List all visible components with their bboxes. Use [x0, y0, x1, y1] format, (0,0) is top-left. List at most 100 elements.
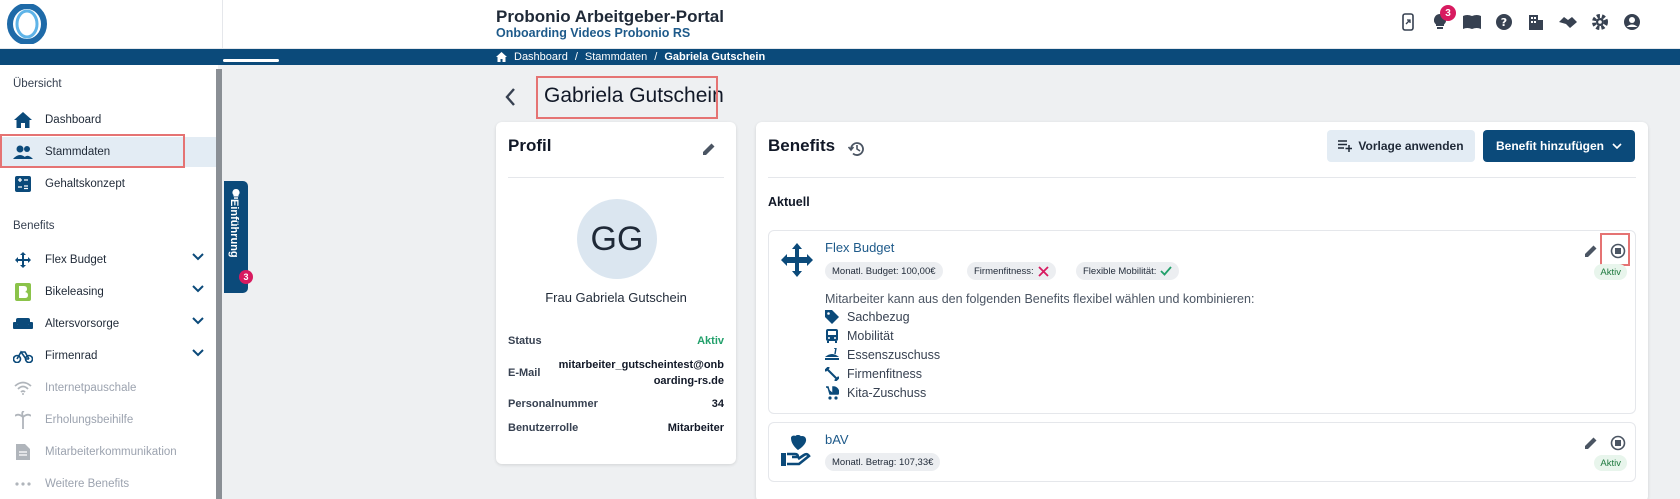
chevron-down-icon[interactable]: [192, 253, 204, 261]
probonio-logo[interactable]: [0, 0, 223, 49]
account-icon[interactable]: [1622, 12, 1642, 32]
sidebar-item-label: Bikeleasing: [45, 286, 104, 298]
sidebar-item-weitere-benefits[interactable]: Weitere Benefits: [0, 469, 218, 499]
stroller-icon: [825, 386, 839, 400]
benefit-name[interactable]: Flex Budget: [825, 240, 894, 255]
breadcrumb-current: Gabriela Gutschein: [664, 51, 766, 63]
svg-text:?: ?: [1501, 16, 1507, 29]
sidebar-item-label: Altersvorsorge: [45, 318, 120, 330]
home-icon: [496, 52, 507, 62]
history-icon[interactable]: [848, 140, 866, 158]
chip-flexible-mobilitaet: Flexible Mobilität:: [1076, 262, 1180, 280]
vorlage-anwenden-button[interactable]: Vorlage anwenden: [1327, 130, 1475, 162]
lightbulb-icon[interactable]: 3: [1430, 5, 1456, 32]
bikeleasing-logo-icon: [13, 282, 33, 302]
sidebar-section-benefits: Benefits: [13, 220, 55, 232]
stop-icon[interactable]: [1610, 435, 1626, 451]
sidebar-item-internetpauschale[interactable]: Internetpauschale: [0, 373, 218, 403]
sub-item-label: Sachbezug: [847, 310, 910, 324]
mobile-app-icon[interactable]: [1398, 12, 1418, 32]
profile-divider: [508, 177, 724, 178]
sub-item-sachbezug: Sachbezug: [825, 310, 910, 324]
benutzerrolle-label: Benutzerrolle: [508, 422, 579, 434]
sidebar: Übersicht Dashboard Stammdaten Gehaltsko…: [0, 65, 218, 499]
sidebar-item-firmenrad[interactable]: Firmenrad: [0, 341, 218, 371]
document-icon: [13, 442, 33, 462]
status-badge: Aktiv: [1594, 264, 1627, 280]
sidebar-item-label: Firmenrad: [45, 350, 98, 362]
app-title: Probonio Arbeitgeber-Portal: [496, 7, 724, 26]
tag-icon: [825, 310, 839, 324]
benefit-hinzufuegen-button[interactable]: Benefit hinzufügen: [1483, 130, 1635, 162]
sidebar-item-flex-budget[interactable]: Flex Budget: [0, 245, 218, 275]
status-value: Aktiv: [697, 335, 724, 347]
benutzerrolle-value: Mitarbeiter: [667, 422, 724, 434]
chip-monthly-budget: Monatl. Budget: 100,00€: [825, 262, 943, 280]
edit-pencil-icon[interactable]: [1584, 244, 1598, 258]
edit-pencil-icon[interactable]: [702, 142, 716, 156]
sub-item-kita-zuschuss: Kita-Zuschuss: [825, 386, 926, 400]
chevron-down-icon[interactable]: [192, 349, 204, 357]
benefit-hinzufuegen-label: Benefit hinzufügen: [1496, 139, 1604, 153]
status-badge: Aktiv: [1594, 455, 1627, 471]
benefit-bav[interactable]: bAV Monatl. Betrag: 107,33€ Aktiv: [768, 422, 1636, 482]
email-value-line1: mitarbeiter_gutscheintest@onb: [558, 359, 724, 371]
breadcrumb-bar: Dashboard / Stammdaten / Gabriela Gutsch…: [0, 49, 1680, 65]
close-x-icon: [1038, 265, 1049, 277]
handshake-icon[interactable]: [1558, 12, 1578, 32]
benefits-divider: [768, 177, 1636, 178]
stammdaten-highlight: [0, 134, 185, 168]
heart-hand-icon: [781, 435, 811, 466]
sidebar-toggle-indicator: [223, 59, 279, 62]
sofa-icon: [13, 314, 33, 334]
bus-icon: [825, 329, 839, 343]
sub-item-label: Kita-Zuschuss: [847, 386, 927, 400]
settings-gear-icon[interactable]: [1590, 12, 1610, 32]
sidebar-item-mitarbeiterkommunikation[interactable]: Mitarbeiterkommunikation: [0, 437, 218, 467]
chip-monthly-amount: Monatl. Betrag: 107,33€: [825, 453, 941, 471]
sidebar-item-label: Erholungsbeihilfe: [45, 414, 134, 426]
breadcrumb-dashboard[interactable]: Dashboard: [514, 51, 568, 63]
email-label: E-Mail: [508, 367, 541, 379]
breadcrumb: Dashboard / Stammdaten / Gabriela Gutsch…: [496, 49, 765, 65]
arrows-icon: [781, 243, 813, 277]
palm-icon: [13, 410, 33, 430]
profile-name: Frau Gabriela Gutschein: [545, 290, 687, 305]
benefits-card: Benefits Vorlage anwenden Benefit hinzuf…: [756, 122, 1648, 499]
chevron-down-icon[interactable]: [192, 285, 204, 293]
sidebar-item-label: Weitere Benefits: [45, 478, 130, 490]
arrows-icon: [13, 250, 33, 270]
sidebar-item-erholungsbeihilfe[interactable]: Erholungsbeihilfe: [0, 405, 218, 435]
sidebar-item-gehaltskonzept[interactable]: Gehaltskonzept: [0, 169, 218, 199]
home-icon: [13, 110, 33, 130]
top-bar: Probonio Arbeitgeber-Portal Onboarding V…: [0, 0, 1680, 49]
edit-pencil-icon[interactable]: [1584, 436, 1598, 450]
check-icon: [1160, 266, 1173, 276]
benefit-flex-budget[interactable]: Flex Budget Monatl. Budget: 100,00€ Firm…: [768, 230, 1636, 414]
breadcrumb-separator: /: [654, 51, 658, 63]
sub-item-label: Firmenfitness: [847, 367, 923, 381]
benefit-name[interactable]: bAV: [825, 432, 849, 447]
sidebar-item-altersvorsorge[interactable]: Altersvorsorge: [0, 309, 218, 339]
sub-item-mobilitaet: Mobilität: [825, 329, 894, 343]
chevron-down-icon[interactable]: [192, 317, 204, 325]
breadcrumb-stammdaten[interactable]: Stammdaten: [585, 51, 647, 63]
sidebar-item-bikeleasing[interactable]: Bikeleasing: [0, 277, 218, 307]
chip-label: Flexible Mobilität:: [1083, 265, 1157, 277]
lightbulb-icon: [232, 189, 240, 199]
chip-label: Firmenfitness:: [974, 265, 1034, 277]
sidebar-item-dashboard[interactable]: Dashboard: [0, 105, 218, 135]
app-subtitle: Onboarding Videos Probonio RS: [496, 26, 691, 40]
company-icon[interactable]: [1526, 12, 1546, 32]
calculator-icon: [13, 174, 33, 194]
sidebar-scrollbar[interactable]: [216, 69, 222, 499]
sidebar-item-label: Dashboard: [45, 114, 102, 126]
back-arrow-icon[interactable]: [503, 86, 519, 108]
fitness-icon: [825, 367, 839, 381]
help-icon[interactable]: ?: [1494, 12, 1514, 32]
einfuehrung-label: Einführung: [228, 199, 240, 258]
section-aktuell: Aktuell: [768, 195, 810, 209]
sidebar-item-label: Flex Budget: [45, 254, 107, 266]
chip-label: Monatl. Budget: 100,00€: [832, 265, 936, 277]
book-icon[interactable]: [1462, 12, 1482, 32]
